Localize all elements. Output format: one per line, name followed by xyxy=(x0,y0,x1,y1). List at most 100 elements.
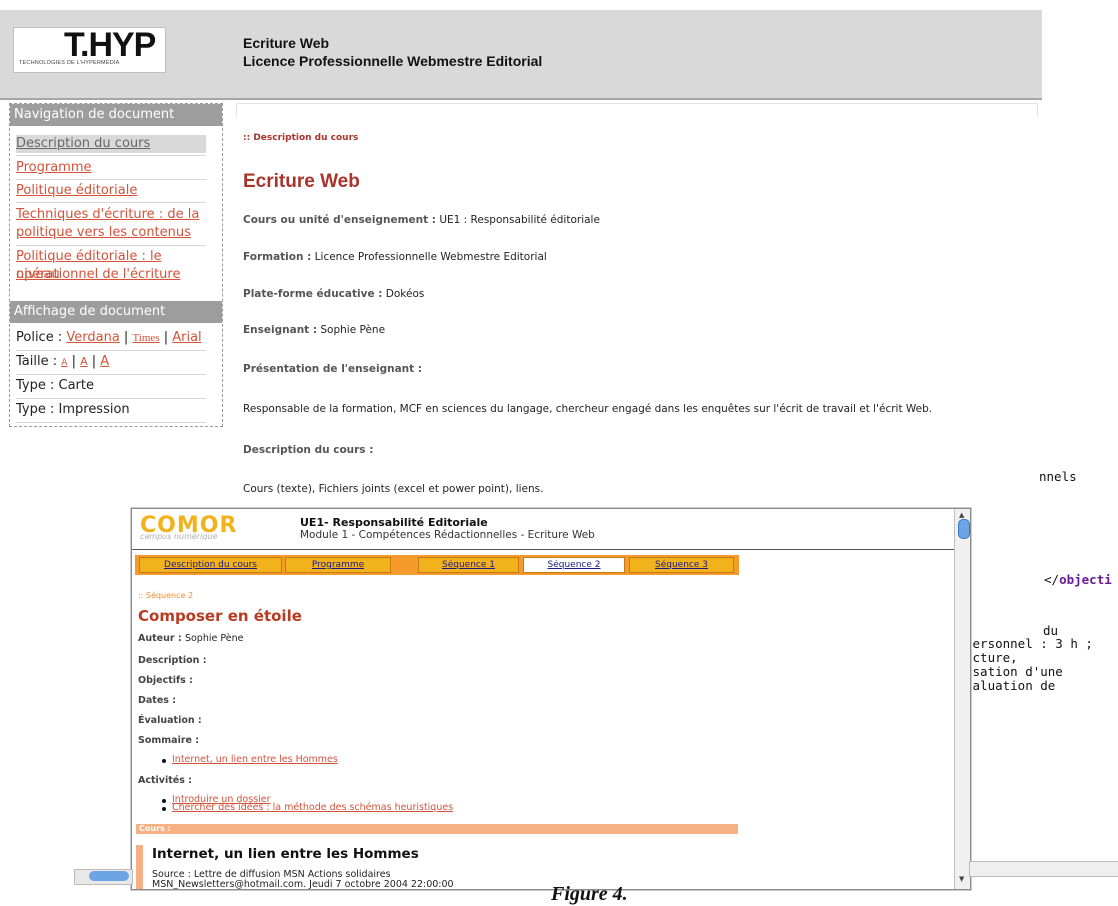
separator: | xyxy=(163,330,169,345)
field-formation: Formation : Licence Professionnelle Webm… xyxy=(243,251,547,263)
field-label: Description du cours : xyxy=(243,444,374,456)
field-label: Cours ou unité d'enseignement : xyxy=(243,214,436,226)
bullet xyxy=(162,807,166,811)
tab-sequence-2[interactable]: Séquence 2 xyxy=(523,557,625,573)
content-frame xyxy=(236,103,1038,117)
taille-row: Taille : A | A | A xyxy=(16,353,109,372)
sommaire-link[interactable]: Internet, un lien entre les Hommes xyxy=(172,754,338,765)
font-verdana-link[interactable]: Verdana xyxy=(66,330,119,345)
nav-item-techniques-line2[interactable]: politique vers les contenus xyxy=(16,224,206,242)
divider xyxy=(16,374,206,375)
comor-subtitle: Module 1 - Compétences Rédactionnelles -… xyxy=(300,529,595,541)
field-dates: Dates : xyxy=(138,695,177,706)
divider xyxy=(16,155,206,156)
activite-link[interactable]: Chercher des idées : la méthode des sché… xyxy=(172,802,453,813)
field-evaluation: Évaluation : xyxy=(138,715,202,726)
nav-item-description[interactable]: Description du cours xyxy=(16,135,206,153)
size-small-link[interactable]: A xyxy=(61,358,67,368)
tab-description[interactable]: Description du cours xyxy=(139,557,282,573)
nav-item-programme[interactable]: Programme xyxy=(16,159,206,177)
size-large-link[interactable]: A xyxy=(100,354,109,369)
field-value: Licence Professionnelle Webmestre Editor… xyxy=(314,251,547,263)
display-panel-title: Affichage de document xyxy=(10,301,222,323)
police-label: Police : xyxy=(16,330,63,345)
comor-logo-subtext: campus numérique xyxy=(140,532,218,541)
nav-item-techniques-line1[interactable]: Techniques d'écriture : de la xyxy=(16,206,206,224)
tab-sequence-3[interactable]: Séquence 3 xyxy=(629,557,734,573)
field-description-label: Description du cours : xyxy=(243,444,373,456)
comor-tab-bar: Description du cours Programme Séquence … xyxy=(135,555,739,575)
type-impression-link[interactable]: Type : Impression xyxy=(16,401,130,419)
type-carte-link[interactable]: Type : Carte xyxy=(16,377,94,395)
field-unite: Cours ou unité d'enseignement : UE1 : Re… xyxy=(243,214,600,226)
code-line: valuation de xyxy=(965,678,1056,693)
field-label: Présentation de l'enseignant : xyxy=(243,363,423,375)
font-times-link[interactable]: Times xyxy=(132,332,159,344)
field-enseignant: Enseignant : Sophie Pène xyxy=(243,324,385,336)
font-arial-link[interactable]: Arial xyxy=(172,330,201,345)
field-presentation-label: Présentation de l'enseignant : xyxy=(243,363,422,375)
separator: | xyxy=(71,354,76,369)
nav-item-politique[interactable]: Politique éditoriale xyxy=(16,182,206,200)
document-navigation-panel: Navigation de document Description du co… xyxy=(9,103,223,427)
scrollbar-thumb[interactable] xyxy=(89,871,129,881)
field-objectifs: Objectifs : xyxy=(138,675,193,686)
field-presentation-value: Responsable de la formation, MCF en scie… xyxy=(243,403,933,415)
divider xyxy=(16,179,206,180)
size-medium-link[interactable]: A xyxy=(80,355,88,368)
code-editor-window: nnels </objecti du personnel : 3 h ; uct… xyxy=(955,95,1118,880)
nav-panel-title: Navigation de document xyxy=(10,104,222,126)
field-sommaire: Sommaire : xyxy=(138,735,200,746)
separator: | xyxy=(123,330,129,345)
tab-sequence-1[interactable]: Séquence 1 xyxy=(418,557,519,573)
divider xyxy=(16,350,206,351)
breadcrumb: :: Description du cours xyxy=(243,133,359,143)
header-title: Ecriture Web xyxy=(243,35,330,51)
article-title: Internet, un lien entre les Hommes xyxy=(152,846,419,862)
code-line: personnel : 3 h ; xyxy=(965,636,1093,651)
field-value: UE1 : Responsabilité éditoriale xyxy=(439,214,600,226)
divider xyxy=(16,422,206,423)
field-label: Formation : xyxy=(243,251,312,263)
scrollbar-thumb[interactable] xyxy=(958,519,970,539)
divider xyxy=(16,202,206,203)
page-title: Composer en étoile xyxy=(138,607,302,625)
divider xyxy=(16,398,206,399)
field-value: Sophie Pène xyxy=(320,324,386,336)
field-value: Dokéos xyxy=(385,288,425,300)
nav-item-operationnel-line2[interactable]: opérationnel de l'écriture xyxy=(16,266,206,284)
bullet xyxy=(162,759,166,763)
scroll-up-arrow-icon[interactable]: ▲ xyxy=(959,511,964,519)
field-label: Auteur : xyxy=(138,633,182,644)
divider xyxy=(132,549,954,550)
scroll-down-arrow-icon[interactable]: ▼ xyxy=(959,875,964,883)
field-label: Plate-forme éducative : xyxy=(243,288,383,300)
breadcrumb: :: Séquence 2 xyxy=(138,591,194,600)
page-title: Ecriture Web xyxy=(243,171,360,192)
field-plateforme: Plate-forme éducative : Dokéos xyxy=(243,288,424,300)
thyp-logo: T.HYP TECHNOLOGIES DE L'HYPERMÉDIA xyxy=(13,26,166,73)
header-subtitle: Licence Professionnelle Webmestre Editor… xyxy=(243,53,543,69)
tab-programme[interactable]: Programme xyxy=(285,557,391,573)
field-label: Enseignant : xyxy=(243,324,318,336)
field-description-value: Cours (texte), Fichiers joints (excel et… xyxy=(243,483,544,495)
separator: | xyxy=(91,354,97,369)
comor-title: UE1- Responsabilité Editoriale xyxy=(300,516,488,529)
field-activites: Activités : xyxy=(138,775,192,786)
divider xyxy=(16,245,206,246)
comor-window: COMOR campus numérique UE1- Responsabili… xyxy=(131,508,971,890)
code-line: nnels xyxy=(1039,469,1077,484)
figure-caption: Figure 4. xyxy=(551,883,628,905)
bullet xyxy=(162,799,166,803)
article-accent-bar xyxy=(136,845,143,889)
field-description: Description : xyxy=(138,655,207,666)
logo-subtext: TECHNOLOGIES DE L'HYPERMÉDIA xyxy=(19,60,120,66)
code-line: </objecti xyxy=(1044,572,1112,587)
field-value: Sophie Pène xyxy=(184,633,244,644)
section-header-cours: Cours : xyxy=(136,824,738,834)
code-line: ucture, xyxy=(965,650,1018,665)
taille-label: Taille : xyxy=(16,354,58,369)
code-line: isation d'une xyxy=(965,664,1063,679)
vertical-scrollbar[interactable]: ▲ ▼ xyxy=(954,509,970,889)
horizontal-scrollbar[interactable] xyxy=(969,861,1118,877)
